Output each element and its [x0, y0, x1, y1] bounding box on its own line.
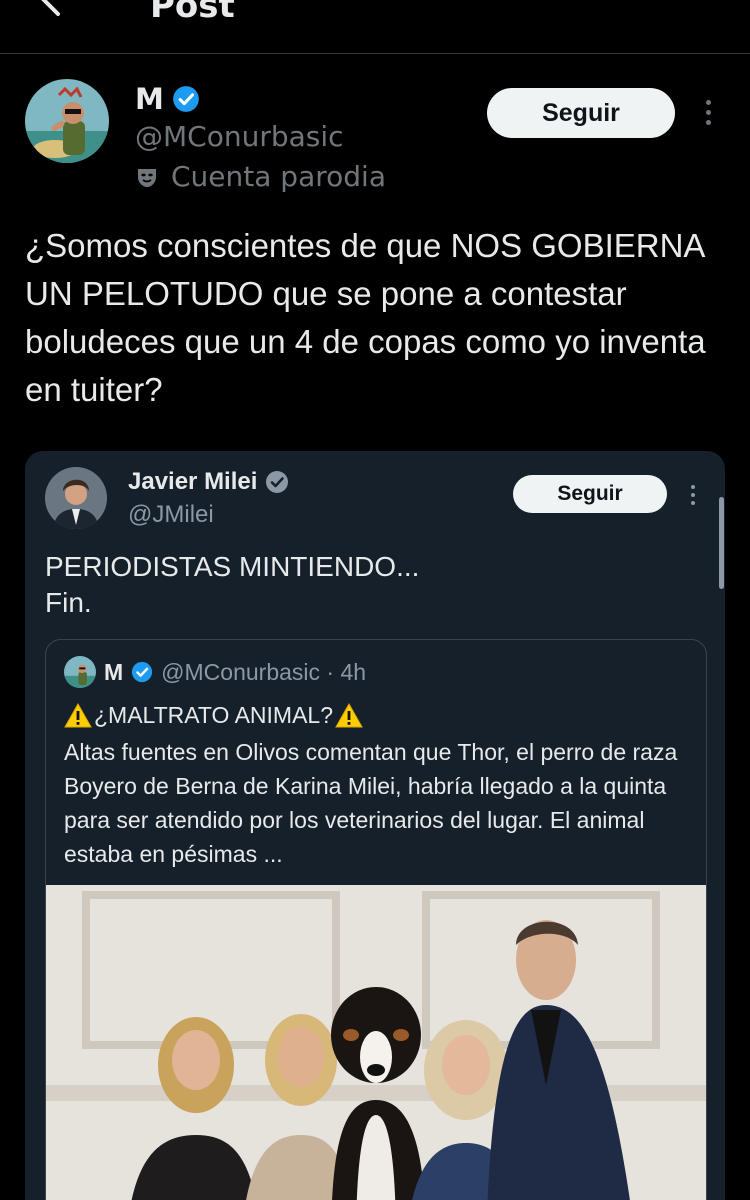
quoted-follow-button[interactable]: Seguir: [513, 475, 667, 513]
tweet-photo[interactable]: [46, 885, 706, 1200]
quoted-tweet-card[interactable]: Javier Milei @JMilei Seguir PERIODISTAS …: [25, 451, 725, 1200]
author-name[interactable]: M: [135, 82, 164, 116]
quoted-author-name[interactable]: Javier Milei: [128, 468, 257, 496]
more-options-icon[interactable]: [703, 100, 713, 125]
author-avatar[interactable]: [25, 79, 109, 163]
theater-mask-icon: [138, 168, 156, 187]
parody-label: Cuenta parodia: [171, 160, 386, 193]
inner-author-avatar[interactable]: [64, 656, 96, 688]
author-name-row: M: [135, 82, 200, 116]
author-handle[interactable]: @MConurbasic: [135, 120, 344, 153]
inner-tweet-header: M @MConurbasic · 4h: [64, 656, 366, 688]
quoted-more-options-icon[interactable]: [688, 485, 698, 505]
inner-author-name[interactable]: M: [104, 659, 123, 686]
follow-button[interactable]: Seguir: [487, 88, 675, 138]
quoted-text-line: PERIODISTAS MINTIENDO...: [45, 551, 420, 582]
inner-tweet-title: ¿MALTRATO ANIMAL?: [64, 702, 363, 729]
quoted-text-line: Fin.: [45, 587, 92, 618]
quoted-tweet-text: PERIODISTAS MINTIENDO... Fin.: [45, 549, 695, 621]
inner-title-text: ¿MALTRATO ANIMAL?: [94, 702, 333, 728]
quoted-author-name-row: Javier Milei: [128, 468, 289, 496]
quoted-author-handle[interactable]: @JMilei: [128, 501, 214, 529]
scrollbar[interactable]: [719, 497, 724, 589]
verified-badge-icon: [173, 86, 199, 112]
warning-icon: [64, 702, 92, 727]
arrow-left-icon[interactable]: [34, 0, 74, 16]
page-title: Post: [150, 0, 235, 26]
quoted-author-avatar[interactable]: [45, 467, 107, 529]
inner-quoted-tweet[interactable]: M @MConurbasic · 4h ¿MALTRATO ANIMAL? Al…: [45, 639, 707, 1200]
tweet-text: ¿Somos conscientes de que NOS GOBIERNA U…: [25, 227, 706, 408]
inner-author-handle-time[interactable]: @MConurbasic · 4h: [161, 659, 366, 686]
verified-badge-icon: [266, 471, 289, 493]
parody-badge: Cuenta parodia: [135, 160, 386, 193]
top-bar: Post: [0, 0, 750, 54]
warning-icon: [335, 702, 363, 727]
inner-tweet-body: Altas fuentes en Olivos comentan que Tho…: [64, 739, 678, 867]
verified-badge-icon: [132, 661, 153, 683]
